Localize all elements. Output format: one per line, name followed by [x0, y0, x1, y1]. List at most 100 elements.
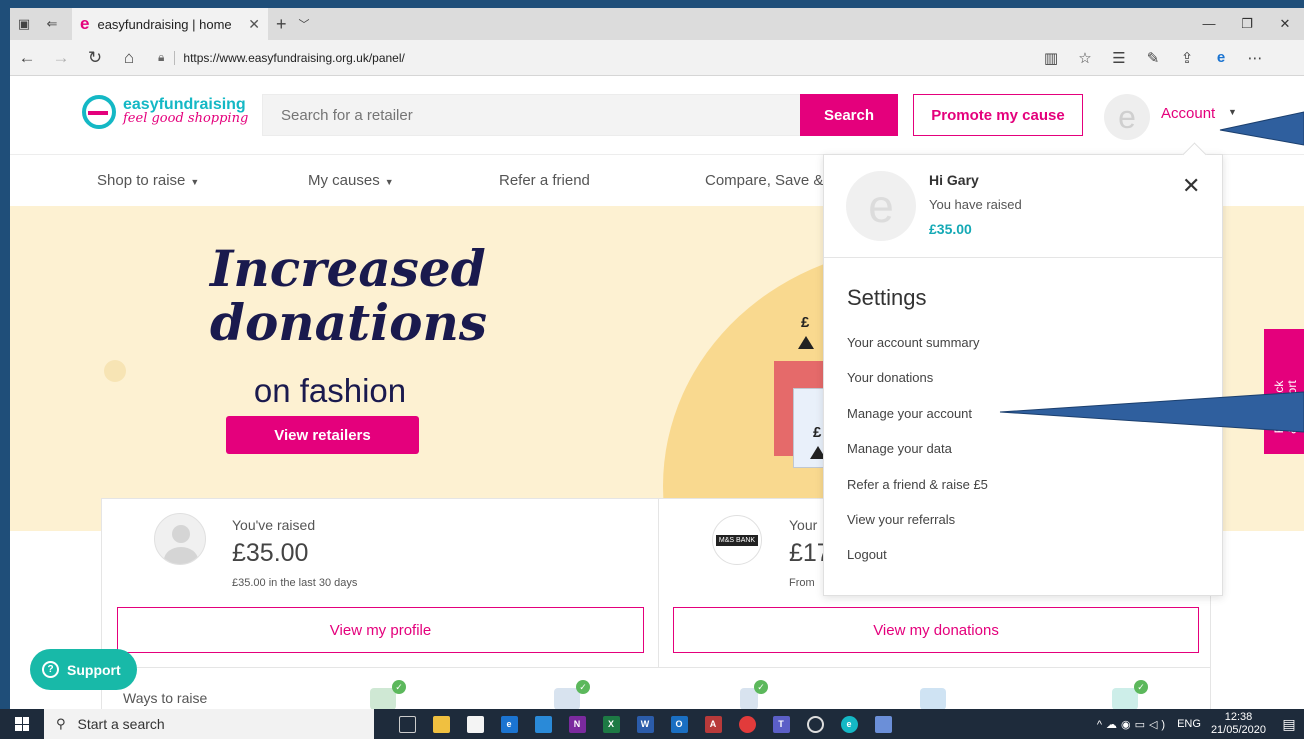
- teams-icon[interactable]: T: [764, 709, 798, 739]
- carousel-prev-dot[interactable]: [104, 360, 126, 382]
- pen-icon[interactable]: ✎: [1136, 49, 1170, 67]
- partner-from: From: [789, 577, 815, 589]
- dropdown-raised-amount: £35.00: [929, 221, 972, 237]
- access-icon[interactable]: A: [696, 709, 730, 739]
- plane-icon[interactable]: [1112, 688, 1138, 709]
- account-dropdown: e Hi Gary You have raised £35.00 ✕ Setti…: [823, 154, 1223, 596]
- edge-new-icon[interactable]: e: [832, 709, 866, 739]
- search-button[interactable]: Search: [800, 94, 898, 136]
- logo-mark-icon: [82, 95, 116, 129]
- window-close-icon[interactable]: ✕: [1266, 16, 1304, 32]
- back-icon[interactable]: ←: [10, 48, 44, 68]
- task-view-icon[interactable]: [390, 709, 424, 739]
- nav-refer-a-friend[interactable]: Refer a friend: [499, 172, 590, 189]
- tray-icons[interactable]: ^☁◉▭◁): [1097, 718, 1169, 731]
- app-blue-icon[interactable]: [866, 709, 900, 739]
- forward-icon[interactable]: →: [44, 48, 78, 68]
- onenote-icon[interactable]: N: [560, 709, 594, 739]
- account-caret-icon[interactable]: ▼: [1228, 107, 1237, 117]
- view-donations-button[interactable]: View my donations: [673, 607, 1199, 653]
- support-button[interactable]: ? Support: [30, 649, 137, 690]
- clock[interactable]: 12:38 21/05/2020: [1211, 711, 1266, 737]
- raised-30days: £35.00 in the last 30 days: [232, 577, 358, 589]
- brand-name: easyfundraising: [123, 96, 246, 113]
- mail-icon[interactable]: [920, 688, 946, 709]
- taskbar-search[interactable]: ⚲ Start a search: [44, 709, 374, 739]
- browser-address-bar: ← → ↻ ⌂ 🔒︎ https://www.easyfundraising.o…: [10, 40, 1304, 76]
- new-tab-icon[interactable]: +: [276, 14, 287, 35]
- question-icon: ?: [42, 661, 59, 678]
- menu-view-referrals[interactable]: View your referrals: [847, 512, 955, 527]
- menu-manage-data[interactable]: Manage your data: [847, 441, 952, 456]
- tick-icon: ✓: [392, 680, 406, 694]
- refresh-icon[interactable]: ↻: [78, 48, 112, 68]
- browser-toolbar: ▥ ☆ ☰ ✎ ⇪ e ⋯: [1034, 49, 1272, 67]
- nav-shop-to-raise[interactable]: Shop to raise ▼: [97, 172, 199, 189]
- basket-icon[interactable]: [370, 688, 396, 709]
- tab-list-chevron-icon[interactable]: ﹀: [299, 16, 310, 32]
- menu-logout[interactable]: Logout: [847, 547, 887, 562]
- start-button[interactable]: [0, 709, 44, 739]
- notifications-icon[interactable]: ▤: [1274, 716, 1304, 733]
- app-red-icon[interactable]: [730, 709, 764, 739]
- dropdown-close-icon[interactable]: ✕: [1182, 173, 1200, 199]
- favorites-hub-icon[interactable]: ☰: [1102, 49, 1136, 67]
- file-explorer-icon[interactable]: [424, 709, 458, 739]
- nav-label: Shop to raise: [97, 172, 186, 189]
- taskbar-search-placeholder: Start a search: [77, 716, 165, 732]
- retailer-search-input[interactable]: [262, 94, 800, 136]
- outlook-icon[interactable]: O: [662, 709, 696, 739]
- window-controls: — ❐ ✕: [1190, 16, 1304, 32]
- home-icon[interactable]: ⌂: [112, 48, 146, 68]
- partner-logo-text: M&S BANK: [715, 534, 759, 546]
- browser-tab[interactable]: e easyfundraising | home ✕: [72, 8, 268, 40]
- word-icon[interactable]: W: [628, 709, 662, 739]
- menu-account-summary[interactable]: Your account summary: [847, 335, 979, 350]
- site-logo[interactable]: easyfundraising feel good shopping: [82, 95, 248, 129]
- support-label: Support: [67, 661, 121, 678]
- raised-label: You've raised: [232, 517, 316, 533]
- pound-symbol: £: [801, 314, 810, 331]
- menu-manage-account[interactable]: Manage your account: [847, 406, 972, 421]
- tick-icon: ✓: [754, 680, 768, 694]
- card-divider: [658, 499, 659, 667]
- nav-label: My causes: [308, 172, 380, 189]
- dropdown-greeting: Hi Gary: [929, 172, 979, 188]
- nav-label: Refer a friend: [499, 172, 590, 189]
- excel-icon[interactable]: X: [594, 709, 628, 739]
- restore-icon[interactable]: ❐: [1228, 16, 1266, 32]
- nav-my-causes[interactable]: My causes ▼: [308, 172, 394, 189]
- language-indicator[interactable]: ENG: [1177, 718, 1201, 730]
- view-retailers-button[interactable]: View retailers: [226, 416, 419, 454]
- caret-down-icon: ▼: [384, 177, 394, 187]
- reading-view-icon[interactable]: ▥: [1034, 49, 1068, 67]
- nav-compare-save[interactable]: Compare, Save &: [705, 172, 823, 189]
- tab-close-icon[interactable]: ✕: [248, 16, 260, 33]
- logo-text: easyfundraising feel good shopping: [123, 96, 248, 126]
- more-icon[interactable]: ⋯: [1238, 49, 1272, 67]
- tab-back-icon[interactable]: ⇐: [38, 10, 66, 38]
- edge-e-icon[interactable]: e: [1204, 49, 1238, 67]
- share-icon[interactable]: ⇪: [1170, 49, 1204, 67]
- minimize-icon[interactable]: —: [1190, 16, 1228, 32]
- settings-heading: Settings: [847, 285, 927, 310]
- edge-icon[interactable]: e: [492, 709, 526, 739]
- mail-app-icon[interactable]: [526, 709, 560, 739]
- favorite-star-icon[interactable]: ☆: [1068, 49, 1102, 67]
- raised-amount: £35.00: [232, 539, 309, 567]
- menu-refer-friend[interactable]: Refer a friend & raise £5: [847, 477, 988, 492]
- url-field[interactable]: 🔒︎ https://www.easyfundraising.org.uk/pa…: [152, 45, 1024, 71]
- laptop-icon[interactable]: [554, 688, 580, 709]
- account-menu-link[interactable]: Account: [1161, 105, 1215, 122]
- hero-headline-line1: Increased: [210, 239, 486, 298]
- clock-date: 21/05/2020: [1210, 724, 1266, 736]
- account-avatar[interactable]: e: [1104, 94, 1150, 140]
- globe-app-icon[interactable]: [798, 709, 832, 739]
- tab-actions-icon[interactable]: ▣: [10, 10, 38, 38]
- menu-your-donations[interactable]: Your donations: [847, 370, 933, 385]
- promote-cause-button[interactable]: Promote my cause: [913, 94, 1083, 136]
- windows-taskbar: ⚲ Start a search e N X W O A T e ^☁◉▭◁) …: [0, 709, 1304, 739]
- view-profile-button[interactable]: View my profile: [117, 607, 644, 653]
- feedback-support-tab[interactable]: Feedback & Support: [1264, 329, 1304, 454]
- store-icon[interactable]: [458, 709, 492, 739]
